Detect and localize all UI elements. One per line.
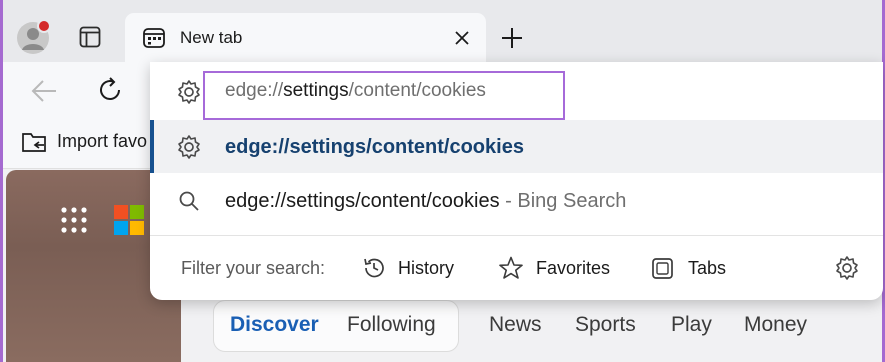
tab-discover[interactable]: Discover	[230, 313, 319, 337]
search-icon	[179, 191, 199, 211]
tab-news[interactable]: News	[489, 313, 542, 337]
tab-money[interactable]: Money	[744, 313, 807, 337]
star-icon	[499, 256, 523, 279]
tab-following[interactable]: Following	[347, 313, 436, 337]
history-icon	[364, 258, 384, 278]
filter-label: Filter your search:	[181, 258, 326, 278]
tab-new-tab[interactable]: New tab	[125, 13, 486, 62]
tabs-icon	[652, 258, 673, 279]
address-bar-value: edge://settings/content/cookies	[225, 80, 486, 101]
dropdown-divider	[150, 235, 883, 236]
filter-favorites[interactable]: Favorites	[536, 258, 610, 279]
new-tab-page-icon	[143, 28, 165, 48]
import-folder-icon[interactable]	[21, 130, 49, 154]
new-tab-plus-icon[interactable]	[499, 25, 525, 51]
tab-play[interactable]: Play	[671, 313, 712, 337]
suggestion-bing-search[interactable]: edge://settings/content/cookies - Bing S…	[225, 190, 626, 213]
profile-avatar[interactable]	[17, 19, 51, 54]
back-arrow-icon[interactable]	[29, 78, 59, 104]
microsoft-logo	[114, 205, 145, 236]
import-favorites-link[interactable]: Import favo	[57, 131, 147, 152]
app-launcher-icon[interactable]	[59, 205, 89, 235]
filter-tabs[interactable]: Tabs	[688, 258, 726, 279]
gear-icon	[178, 80, 200, 104]
tab-title: New tab	[180, 28, 243, 47]
close-tab-icon[interactable]	[451, 27, 473, 49]
filter-history[interactable]: History	[398, 258, 454, 279]
notification-dot	[37, 19, 51, 33]
refresh-icon[interactable]	[95, 75, 125, 105]
vertical-tabs-icon[interactable]	[79, 26, 101, 48]
gear-icon	[178, 135, 200, 159]
suggestion-settings-url[interactable]: edge://settings/content/cookies	[225, 136, 524, 159]
tab-strip: New tab	[3, 0, 882, 62]
tab-sports[interactable]: Sports	[575, 313, 636, 337]
search-settings-gear-icon[interactable]	[834, 255, 860, 281]
selection-indicator	[150, 120, 154, 173]
